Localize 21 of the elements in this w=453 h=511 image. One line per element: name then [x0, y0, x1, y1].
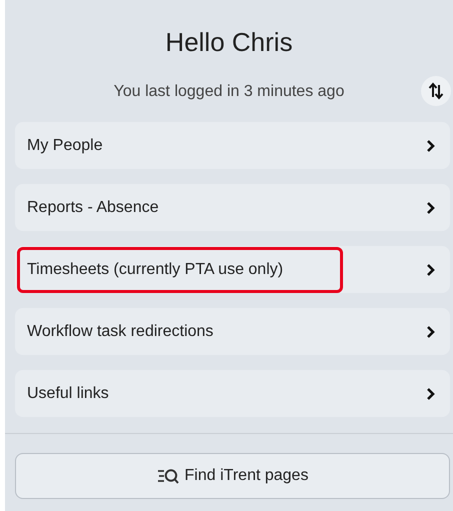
menu-item-label: Reports - Absence	[27, 198, 159, 218]
greeting-heading: Hello Chris	[165, 26, 293, 59]
menu-search-icon	[156, 468, 179, 484]
sort-button[interactable]	[421, 76, 451, 106]
chevron-right-icon	[426, 200, 436, 214]
chevron-right-icon	[426, 138, 436, 152]
chevron-right-icon	[426, 386, 436, 400]
last-login-text: You last logged in 3 minutes ago	[114, 82, 344, 102]
menu-item-label: Useful links	[27, 384, 109, 404]
chevron-right-icon	[426, 262, 436, 276]
menu-item-label: My People	[27, 136, 103, 156]
menu-item[interactable]: Timesheets (currently PTA use only)	[15, 246, 450, 293]
find-pages-button[interactable]: Find iTrent pages	[15, 453, 450, 499]
menu-item[interactable]: Workflow task redirections	[15, 308, 450, 355]
chevron-right-icon	[426, 324, 436, 338]
menu-item[interactable]: Reports - Absence	[15, 184, 450, 231]
menu-item[interactable]: Useful links	[15, 370, 450, 417]
sort-arrows-icon	[428, 82, 444, 100]
menu-item-label: Timesheets (currently PTA use only)	[17, 246, 343, 292]
menu-item[interactable]: My People	[15, 122, 450, 169]
menu-item-label: Workflow task redirections	[27, 322, 214, 342]
